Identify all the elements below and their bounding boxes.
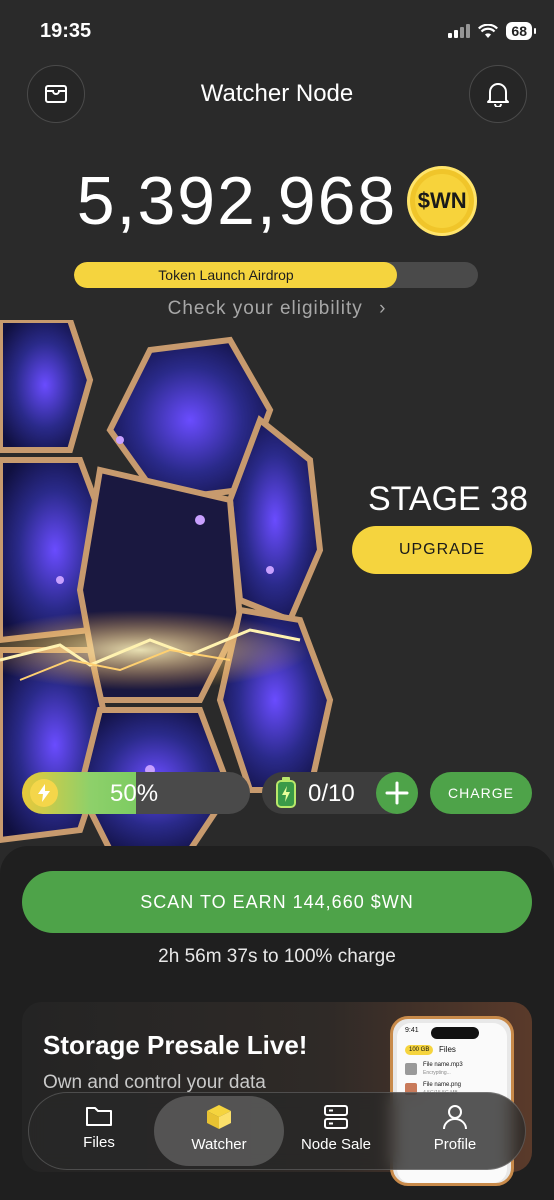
charges-count: 0/10 (308, 780, 355, 807)
nav-item-profile[interactable]: Profile (400, 1104, 510, 1153)
mockup-title: Files (439, 1045, 456, 1054)
wn-coin-icon: $WN (407, 166, 478, 236)
mockup-badge: 100 GB (405, 1045, 434, 1055)
energy-percent: 50% (110, 780, 159, 807)
watcher-node-artwork (0, 320, 334, 850)
check-eligibility-text: Check your eligibility (167, 298, 363, 319)
bell-icon (487, 83, 509, 107)
nav-label-node-sale: Node Sale (300, 1136, 372, 1153)
mockup-file-name: File name.mp3 (423, 1062, 463, 1068)
upgrade-button[interactable]: UPGRADE (352, 526, 532, 574)
charge-timer: 2h 56m 37s to 100% charge (158, 946, 396, 967)
mockup-file-status: Encrypting... (423, 1070, 451, 1076)
mockup-file-row: File name.mp3 Encrypting... (405, 1061, 501, 1079)
nav-item-files[interactable]: Files (44, 1104, 154, 1151)
nav-label-profile: Profile (433, 1136, 477, 1153)
status-time: 19:35 (40, 20, 92, 42)
battery-charge-icon (276, 777, 296, 808)
nav-item-node-sale[interactable]: Node Sale (281, 1104, 391, 1153)
folder-icon (86, 1107, 112, 1126)
plus-icon (385, 781, 409, 805)
nav-label-files: Files (83, 1134, 115, 1151)
promo-subtitle: Own and control your data (43, 1072, 266, 1093)
balance-row: 5,392,968 $WN (0, 162, 554, 240)
lightning-icon (30, 779, 58, 807)
signal-icon (448, 24, 471, 38)
person-icon (443, 1105, 467, 1130)
scan-to-earn-button[interactable]: SCAN TO EARN 144,660 $WN (22, 871, 532, 933)
cube-icon (207, 1105, 231, 1129)
server-icon (324, 1105, 348, 1129)
wifi-icon (478, 23, 499, 38)
battery-indicator: 68 (506, 22, 536, 40)
add-charge-button[interactable] (376, 772, 418, 814)
chevron-right-icon: › (379, 298, 387, 319)
mockup-file-name: File name.png (423, 1082, 462, 1088)
stage-label: STAGE 38 (368, 480, 528, 518)
promo-title: Storage Presale Live! (43, 1030, 308, 1060)
nav-item-watcher[interactable]: Watcher (164, 1104, 274, 1153)
notifications-button[interactable] (469, 65, 527, 123)
mockup-time: 9:41 (405, 1027, 419, 1034)
check-eligibility-link[interactable]: Check your eligibility › (0, 298, 554, 320)
charge-button[interactable]: CHARGE (430, 772, 532, 814)
airdrop-progress-label: Token Launch Airdrop (158, 267, 294, 283)
status-icons: 68 (448, 22, 536, 40)
nav-label-watcher: Watcher (191, 1136, 247, 1153)
balance-amount: 5,392,968 (76, 163, 398, 239)
